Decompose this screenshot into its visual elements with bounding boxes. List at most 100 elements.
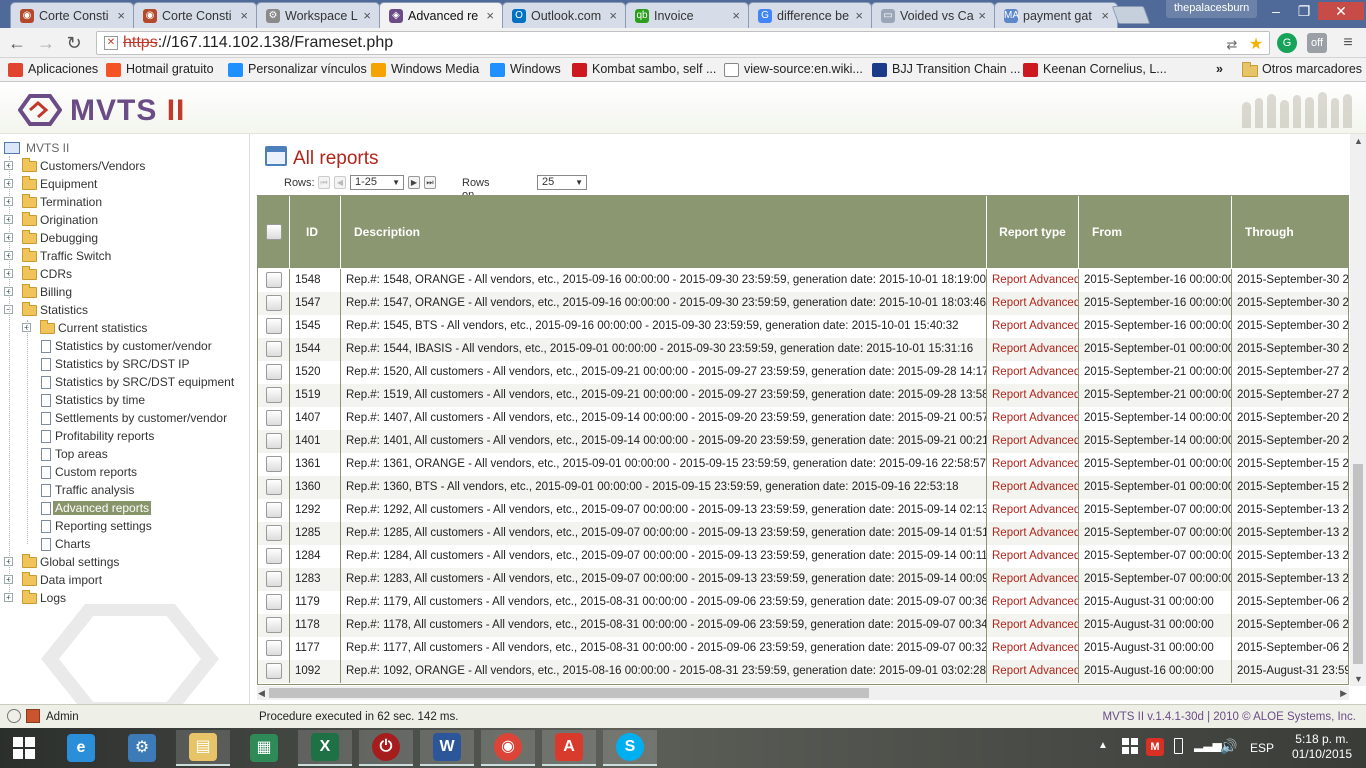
forward-arrow-icon[interactable]: → [36, 33, 56, 53]
start-button[interactable] [0, 730, 48, 766]
bookmark-windows[interactable]: Windows [490, 62, 561, 77]
table-row[interactable]: 1360 Rep.#: 1360, BTS - All vendors, etc.… [258, 476, 1348, 499]
tree-item-custom-reports[interactable]: Custom reports [0, 464, 248, 482]
tab-3[interactable]: ◈ Advanced re × [379, 2, 503, 29]
taskbar-app-4[interactable]: X [298, 730, 352, 766]
rows-range-select[interactable]: 1-25 ▼ [350, 175, 404, 190]
taskbar-app-1[interactable]: ⚙ [115, 730, 169, 766]
cell-report-type[interactable]: Report Advanced [987, 269, 1079, 292]
scroll-down-icon[interactable]: ▼ [1354, 674, 1363, 684]
menu-icon[interactable]: ≡ [1338, 33, 1358, 53]
table-row[interactable]: 1547 Rep.#: 1547, ORANGE - All vendors, e… [258, 292, 1348, 315]
row-checkbox[interactable] [266, 295, 282, 311]
tab-8[interactable]: MA payment gat × [994, 2, 1118, 28]
cell-report-type[interactable]: Report Advanced [987, 637, 1079, 660]
bookmark-view-source-en-wiki[interactable]: view-source:en.wiki... [724, 62, 863, 77]
tray-overflow-icon[interactable]: ▲ [1098, 740, 1108, 768]
tree-item-settlements-by-customer-vendor[interactable]: Settlements by customer/vendor [0, 410, 248, 428]
horizontal-scroll-thumb[interactable] [269, 688, 869, 698]
grammarly-extension-icon[interactable]: G [1277, 33, 1297, 53]
tab-0[interactable]: ◉ Corte Consti × [10, 2, 134, 28]
row-checkbox[interactable] [266, 525, 282, 541]
row-checkbox[interactable] [266, 502, 282, 518]
taskbar-app-9[interactable]: S [603, 730, 657, 766]
bookmark-aplicaciones[interactable]: Aplicaciones [8, 62, 98, 77]
row-checkbox[interactable] [266, 456, 282, 472]
scroll-left-icon[interactable]: ◀ [258, 686, 265, 700]
tree-item-statistics[interactable]: − Statistics [0, 302, 248, 320]
cell-report-type[interactable]: Report Advanced [987, 499, 1079, 522]
tab-2[interactable]: ⚙ Workspace L × [256, 2, 380, 28]
row-checkbox[interactable] [266, 387, 282, 403]
table-row[interactable]: 1361 Rep.#: 1361, ORANGE - All vendors, e… [258, 453, 1348, 476]
tree-item-customers-vendors[interactable]: + Customers/Vendors [0, 158, 248, 176]
cell-report-type[interactable]: Report Advanced [987, 453, 1079, 476]
new-tab-button[interactable] [1111, 6, 1151, 24]
column-header-through[interactable]: Through [1232, 196, 1348, 268]
table-row[interactable]: 1285 Rep.#: 1285, All customers - All ven… [258, 522, 1348, 545]
tree-item-debugging[interactable]: + Debugging [0, 230, 248, 248]
wifi-icon[interactable]: ▂▃▅ [1194, 738, 1222, 768]
next-page-icon[interactable]: ▶ [408, 176, 420, 189]
cell-report-type[interactable]: Report Advanced [987, 407, 1079, 430]
tree-item-top-areas[interactable]: Top areas [0, 446, 248, 464]
row-checkbox[interactable] [266, 663, 282, 679]
row-checkbox[interactable] [266, 433, 282, 449]
table-row[interactable]: 1292 Rep.#: 1292, All customers - All ven… [258, 499, 1348, 522]
vertical-scrollbar[interactable]: ▲ ▼ [1350, 134, 1366, 686]
taskbar-app-6[interactable]: W [420, 730, 474, 766]
translate-icon[interactable]: ⇄ [1223, 36, 1241, 54]
row-checkbox[interactable] [266, 341, 282, 357]
table-row[interactable]: 1178 Rep.#: 1178, All customers - All ven… [258, 614, 1348, 637]
cell-report-type[interactable]: Report Advanced [987, 591, 1079, 614]
tab-5[interactable]: qb Invoice × [625, 2, 749, 28]
taskbar-app-7[interactable]: ◉ [481, 730, 535, 766]
cell-report-type[interactable]: Report Advanced [987, 476, 1079, 499]
first-page-icon[interactable]: ⏮ [318, 176, 330, 189]
bookmark-windows-media[interactable]: Windows Media [371, 62, 479, 77]
table-row[interactable]: 1401 Rep.#: 1401, All customers - All ven… [258, 430, 1348, 453]
language-indicator[interactable]: ESP [1250, 741, 1274, 768]
column-header-from[interactable]: From [1079, 196, 1232, 268]
row-checkbox[interactable] [266, 617, 282, 633]
row-checkbox[interactable] [266, 640, 282, 656]
taskbar-app-8[interactable]: A [542, 730, 596, 766]
prev-page-icon[interactable]: ◀ [334, 176, 346, 189]
table-row[interactable]: 1407 Rep.#: 1407, All customers - All ven… [258, 407, 1348, 430]
tree-item-billing[interactable]: + Billing [0, 284, 248, 302]
bookmark-bjj-transition-chain[interactable]: BJJ Transition Chain ... [872, 62, 1021, 77]
row-checkbox[interactable] [266, 410, 282, 426]
close-tab-icon[interactable]: × [1101, 8, 1109, 23]
table-row[interactable]: 1283 Rep.#: 1283, All customers - All ven… [258, 568, 1348, 591]
cell-report-type[interactable]: Report Advanced [987, 384, 1079, 407]
bookmark-keenan-cornelius-l[interactable]: Keenan Cornelius, L... [1023, 62, 1167, 77]
scroll-right-icon[interactable]: ▶ [1340, 686, 1347, 700]
rows-on-page-select[interactable]: 25 ▼ [537, 175, 587, 190]
table-row[interactable]: 1179 Rep.#: 1179, All customers - All ven… [258, 591, 1348, 614]
column-header-id[interactable]: ID [290, 196, 341, 268]
row-checkbox[interactable] [266, 594, 282, 610]
horizontal-scrollbar[interactable]: ◀ ▶ [257, 686, 1349, 700]
row-checkbox[interactable] [266, 318, 282, 334]
taskbar-app-3[interactable]: ▦ [237, 730, 291, 766]
bookmarks-overflow-icon[interactable]: » [1216, 62, 1223, 76]
column-header-report-type[interactable]: Report type [987, 196, 1079, 268]
last-page-icon[interactable]: ⏭ [424, 176, 436, 189]
cell-report-type[interactable]: Report Advanced [987, 545, 1079, 568]
tree-item-traffic-switch[interactable]: + Traffic Switch [0, 248, 248, 266]
tab-1[interactable]: ◉ Corte Consti × [133, 2, 257, 28]
bookmark-hotmail-gratuito[interactable]: Hotmail gratuito [106, 62, 214, 77]
table-row[interactable]: 1284 Rep.#: 1284, All customers - All ven… [258, 545, 1348, 568]
table-row[interactable]: 1519 Rep.#: 1519, All customers - All ven… [258, 384, 1348, 407]
tree-item-advanced-reports[interactable]: Advanced reports [0, 500, 248, 518]
mail-tray-icon[interactable]: M [1146, 738, 1164, 756]
tab-4[interactable]: O Outlook.com × [502, 2, 626, 28]
profile-badge[interactable]: thepalacesburn [1166, 0, 1258, 18]
row-checkbox[interactable] [266, 479, 282, 495]
tree-item-statistics-by-src-dst-equipment[interactable]: Statistics by SRC/DST equipment [0, 374, 248, 392]
insecure-lock-icon[interactable]: ✕ [104, 36, 118, 50]
bookmark-kombat-sambo-self[interactable]: Kombat sambo, self ... [572, 62, 716, 77]
cell-report-type[interactable]: Report Advanced [987, 315, 1079, 338]
tree-item-data-import[interactable]: + Data import [0, 572, 248, 590]
cell-report-type[interactable]: Report Advanced [987, 338, 1079, 361]
